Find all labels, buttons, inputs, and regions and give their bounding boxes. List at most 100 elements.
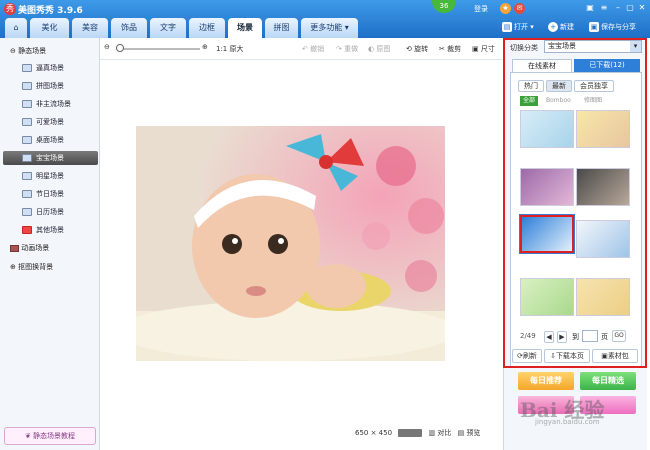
crop-button[interactable]: ✂ 裁剪: [439, 44, 461, 54]
material-thumb[interactable]: [576, 220, 630, 258]
status-bar: 650 × 450 ▥ 对比 ▤ 预览: [355, 428, 480, 438]
zoom-in-icon[interactable]: ⊕: [202, 43, 208, 51]
next-page-button[interactable]: ▶: [557, 331, 567, 343]
mail-icon[interactable]: ✉: [514, 3, 525, 14]
app-title: 美图秀秀 3.9.6: [18, 6, 83, 16]
material-thumb-selected[interactable]: [519, 214, 575, 254]
goto-label: 到: [572, 333, 579, 341]
tab-scene[interactable]: 场景: [228, 18, 262, 38]
menu-icon[interactable]: ≡: [598, 2, 610, 14]
tab-beauty[interactable]: 美容: [72, 18, 108, 38]
tab-beautify[interactable]: 美化: [30, 18, 69, 38]
sidebar-item-other[interactable]: 其他场景: [8, 223, 98, 237]
notification-badge[interactable]: 36: [432, 0, 456, 13]
material-pack-button[interactable]: ▣素材包: [592, 349, 638, 363]
material-thumb[interactable]: [576, 168, 630, 206]
material-thumb[interactable]: [576, 278, 630, 316]
chevron-down-icon: ▾: [630, 41, 641, 52]
preview-button[interactable]: ▤ 预览: [458, 429, 481, 437]
undo-button[interactable]: ↶ 撤销: [302, 44, 324, 54]
zoom-slider[interactable]: [116, 48, 200, 50]
refresh-button[interactable]: ⟳刷新: [512, 349, 542, 363]
sidebar-item-baby[interactable]: 宝宝场景: [3, 151, 98, 165]
original-size-button[interactable]: 1:1 原大: [216, 44, 244, 54]
tutorial-button[interactable]: ❦ 静态场景教程: [4, 427, 96, 445]
material-thumb[interactable]: [520, 110, 574, 148]
filter-vip[interactable]: 会员独享: [574, 80, 614, 92]
go-button[interactable]: GO: [612, 330, 626, 342]
desktop-icon: [22, 136, 32, 144]
save-share-button[interactable]: ▣ 保存与分享: [589, 21, 636, 33]
calendar-icon: [22, 208, 32, 216]
tab-accessories[interactable]: 饰品: [111, 18, 147, 38]
tab-home[interactable]: ⌂: [5, 18, 27, 38]
baby-photo[interactable]: [136, 126, 445, 361]
sidebar-group-animated[interactable]: 动画场景: [10, 243, 49, 253]
daily-recommend-banner[interactable]: 每日推荐: [518, 372, 574, 390]
compare-button[interactable]: ▥ 对比: [429, 429, 452, 437]
minimize-button[interactable]: –: [612, 2, 624, 14]
butterfly-icon: ❦: [24, 432, 31, 440]
sidebar-item-celebrity[interactable]: 明星场景: [8, 169, 98, 183]
maximize-button[interactable]: ▢: [624, 2, 636, 14]
page-label: 页: [601, 333, 608, 341]
sidebar-item-puzzle[interactable]: 拼图场景: [8, 79, 98, 93]
page-input[interactable]: [582, 330, 598, 342]
daily-pick-banner[interactable]: 每日精选: [580, 372, 636, 390]
new-button[interactable]: + 新建: [548, 21, 574, 33]
sidebar-item-desktop[interactable]: 桌面场景: [8, 133, 98, 147]
sidebar-item-cute[interactable]: 可爱场景: [8, 115, 98, 129]
close-button[interactable]: ✕: [636, 2, 648, 14]
sidebar-group-static[interactable]: ⊖ 静态场景: [10, 46, 46, 56]
subfilter-bomboo[interactable]: Bomboo: [546, 96, 571, 106]
cute-icon: [22, 118, 32, 126]
category-label: 切换分类: [510, 44, 538, 52]
original-button[interactable]: ◐ 原图: [368, 44, 390, 54]
rotate-button[interactable]: ⟲ 旋转: [406, 44, 428, 54]
image-dimensions: 650 × 450: [355, 429, 393, 437]
sidebar-item-calendar[interactable]: 日历场景: [8, 205, 98, 219]
save-icon: ▣: [589, 22, 599, 32]
material-thumb[interactable]: [576, 110, 630, 148]
alt-icon: [22, 100, 32, 108]
zoom-slider-handle[interactable]: [116, 44, 124, 52]
tab-frame[interactable]: 边框: [189, 18, 225, 38]
redo-button[interactable]: ↷ 重做: [336, 44, 358, 54]
pack-icon: ▣: [601, 352, 608, 360]
app-logo-icon: 秀: [4, 3, 16, 15]
page-indicator: 2/49: [520, 332, 536, 340]
watermark-url: jingyan.baidu.com: [535, 418, 600, 426]
festival-icon: [22, 190, 32, 198]
heart-icon: [22, 226, 32, 234]
baby-icon: [22, 154, 32, 162]
download-page-button[interactable]: ⇩下载本页: [544, 349, 590, 363]
tab-downloaded[interactable]: 已下载(12): [574, 59, 640, 72]
tab-text[interactable]: 文字: [150, 18, 186, 38]
sidebar-item-alternative[interactable]: 非主流场景: [8, 97, 98, 111]
filter-hot[interactable]: 热门: [518, 80, 544, 92]
sidebar-group-cutout[interactable]: ⊕ 抠图换背景: [10, 262, 53, 272]
title-bar: 秀 美图秀秀 3.9.6 36 登录 ★ ✉ ▣ ≡ – ▢ ✕ ⌂ 美化 美容…: [0, 0, 650, 38]
skin-icon[interactable]: ▣: [584, 2, 596, 14]
category-select[interactable]: 宝宝场景 ▾: [544, 40, 642, 53]
resize-button[interactable]: ▣ 尺寸: [472, 44, 495, 54]
folder-icon: ▤: [502, 22, 512, 32]
subfilter-xiutu[interactable]: 修图图: [584, 96, 602, 106]
subfilter-all[interactable]: 全部: [520, 96, 539, 106]
prev-page-button[interactable]: ◀: [544, 331, 554, 343]
tab-online-materials[interactable]: 在线素材: [512, 59, 572, 72]
sidebar-item-festival[interactable]: 节日场景: [8, 187, 98, 201]
login-link[interactable]: 登录: [474, 4, 488, 14]
material-thumb[interactable]: [520, 278, 574, 316]
filter-newest[interactable]: 最新: [546, 80, 572, 92]
material-thumb[interactable]: [520, 168, 574, 206]
exif-icon[interactable]: [398, 429, 423, 437]
zoom-out-icon[interactable]: ⊖: [104, 43, 110, 51]
sidebar-item-realistic[interactable]: 逼真场景: [8, 61, 98, 75]
tab-collage[interactable]: 拼图: [265, 18, 298, 38]
tab-more[interactable]: 更多功能 ▾: [301, 18, 358, 38]
gift-icon[interactable]: ★: [500, 3, 511, 14]
star-icon: [22, 172, 32, 180]
open-button[interactable]: ▤ 打开 ▾: [502, 21, 534, 33]
scene-icon: [22, 64, 32, 72]
